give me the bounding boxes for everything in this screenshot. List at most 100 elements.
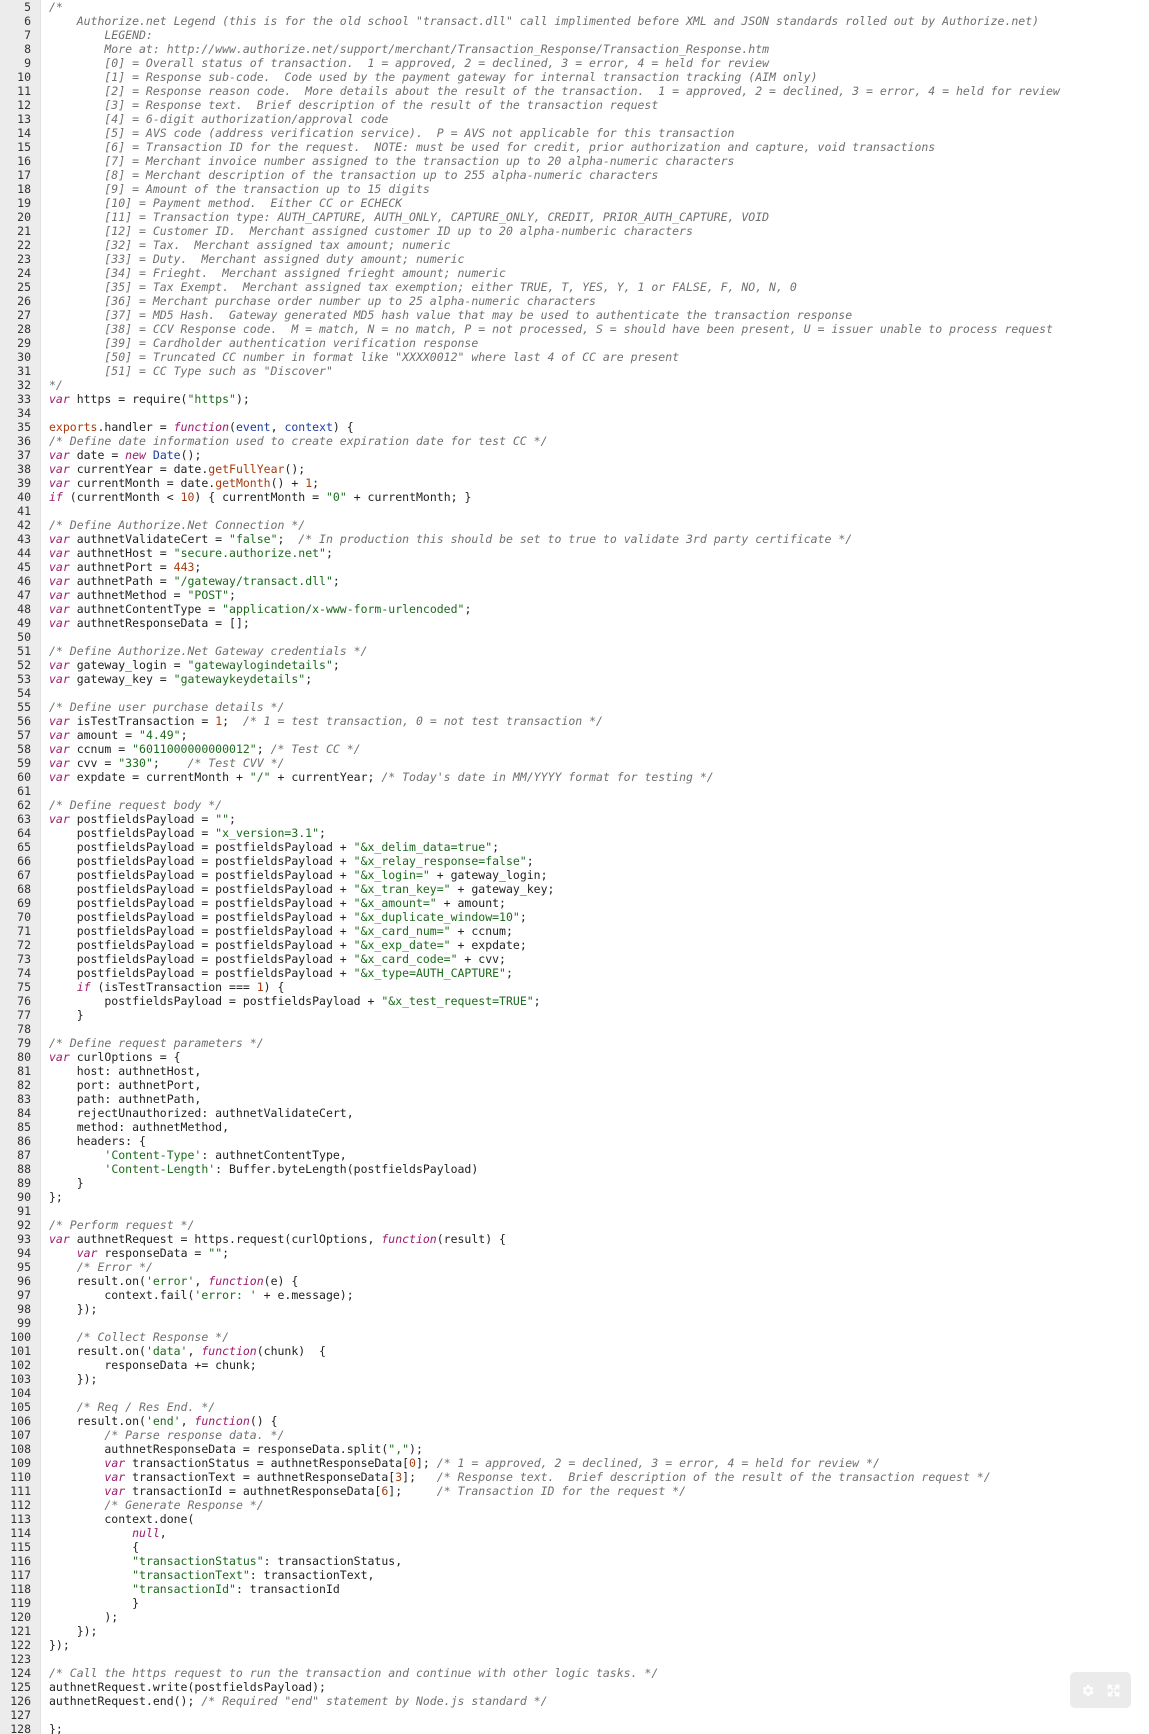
line-number: 82	[17, 1078, 31, 1092]
code-token: /* Define request parameters */	[49, 1036, 264, 1050]
code-token: ,	[270, 420, 285, 434]
code-token: var	[49, 728, 70, 742]
code-token: postfieldsPayload = postfieldsPayload +	[49, 994, 382, 1008]
code-line: 42 /* Define Authorize.Net Connection */	[0, 518, 1149, 532]
expand-icon[interactable]	[1105, 1681, 1123, 1699]
code-text: /* Define request body */	[49, 798, 222, 812]
code-token: curlOptions = {	[69, 1050, 181, 1064]
code-token: 'error: '	[194, 1288, 257, 1302]
code-text: [50] = Truncated CC number in format lik…	[49, 350, 679, 364]
code-token: gateway_login =	[69, 658, 188, 672]
code-token: /* 1 = approved, 2 = declined, 3 = error…	[436, 1456, 880, 1470]
code-text: postfieldsPayload = postfieldsPayload + …	[49, 910, 527, 924]
code-text: /* Define Authorize.Net Connection */	[49, 518, 305, 532]
code-token: authnetPort =	[69, 560, 174, 574]
code-line: 70 postfieldsPayload = postfieldsPayload…	[0, 910, 1149, 924]
code-line: 73 postfieldsPayload = postfieldsPayload…	[0, 952, 1149, 966]
code-token: authnetRequest = https.request(curlOptio…	[69, 1232, 382, 1246]
line-number: 95	[17, 1260, 31, 1274]
code-token: "application/x-www-form-urlencoded"	[222, 602, 465, 616]
code-token: [6] = Transaction ID for the request. NO…	[49, 140, 936, 154]
code-line: 53 var gateway_key = "gatewaykeydetails";	[0, 672, 1149, 686]
code-text: var currentYear = date.getFullYear();	[49, 462, 305, 476]
code-token: });	[49, 1624, 98, 1638]
code-token: method: authnetMethod,	[49, 1120, 230, 1134]
code-token: var	[49, 714, 70, 728]
code-token: };	[49, 1190, 63, 1204]
code-token: if	[76, 980, 91, 994]
code-line: 5 /*	[0, 0, 1149, 14]
line-number: 39	[17, 476, 31, 490]
code-token: (	[229, 420, 236, 434]
code-token: var	[49, 560, 70, 574]
code-token: */	[49, 378, 63, 392]
code-text: result.on('end', function() {	[49, 1414, 278, 1428]
code-token: headers: {	[49, 1134, 146, 1148]
code-line: 126 authnetRequest.end(); /* Required "en…	[0, 1694, 1149, 1708]
line-number: 109	[10, 1456, 31, 1470]
code-text: /* Generate Response */	[49, 1498, 263, 1512]
code-text: /* Define request parameters */	[49, 1036, 264, 1050]
code-text: var transactionStatus = authnetResponseD…	[49, 1456, 880, 1470]
code-token: 0	[409, 1456, 416, 1470]
code-line: 78	[0, 1022, 1149, 1036]
line-number: 65	[17, 840, 31, 854]
code-line: 94 var responseData = "";	[0, 1246, 1149, 1260]
code-line: 22 [32] = Tax. Merchant assigned tax amo…	[0, 238, 1149, 252]
code-token: "&x_card_num="	[353, 924, 451, 938]
line-number: 69	[17, 896, 31, 910]
code-token: ;	[277, 532, 299, 546]
line-number: 105	[10, 1400, 31, 1414]
code-text: 'Content-Type': authnetContentType,	[49, 1148, 346, 1162]
code-token: postfieldsPayload = postfieldsPayload +	[49, 938, 354, 952]
code-text: [39] = Cardholder authentication verific…	[49, 336, 478, 350]
code-token: postfieldsPayload = postfieldsPayload +	[49, 868, 354, 882]
code-line: 119 }	[0, 1596, 1149, 1610]
line-number: 22	[17, 238, 31, 252]
code-token: [4] = 6-digit authorization/approval cod…	[49, 112, 389, 126]
line-number: 13	[17, 112, 31, 126]
code-token: amount =	[69, 728, 140, 742]
code-token: /* In production this should be set to t…	[298, 532, 853, 546]
code-editor[interactable]: 5/* 6 Authorize.net Legend (this is for t…	[0, 0, 1149, 1734]
code-token: "&x_login="	[353, 868, 430, 882]
line-number: 52	[17, 658, 31, 672]
code-token: postfieldsPayload = postfieldsPayload +	[49, 952, 354, 966]
code-line: 25 [35] = Tax Exempt. Merchant assigned …	[0, 280, 1149, 294]
code-text: postfieldsPayload = postfieldsPayload + …	[49, 882, 555, 896]
code-token: (currentMonth <	[62, 490, 181, 504]
code-line: 6 Authorize.net Legend (this is for the …	[0, 14, 1149, 28]
code-token: "transactionText"	[132, 1568, 250, 1582]
gear-icon[interactable]	[1079, 1681, 1097, 1699]
code-token: /* Required "end" statement by Node.js s…	[201, 1694, 548, 1708]
code-text: [1] = Response sub-code. Code used by th…	[49, 70, 818, 84]
line-number: 84	[17, 1106, 31, 1120]
code-line: 106 result.on('end', function() {	[0, 1414, 1149, 1428]
line-number: 113	[10, 1512, 31, 1526]
line-number: 107	[10, 1428, 31, 1442]
code-line: 41	[0, 504, 1149, 518]
line-number: 6	[24, 14, 31, 28]
code-token: function	[381, 1232, 437, 1246]
code-token: var	[49, 742, 70, 756]
code-line: 118 "transactionId": transactionId	[0, 1582, 1149, 1596]
line-number: 19	[17, 196, 31, 210]
code-token: postfieldsPayload = postfieldsPayload +	[49, 910, 354, 924]
code-line: 88 'Content-Length': Buffer.byteLength(p…	[0, 1162, 1149, 1176]
code-token: [1] = Response sub-code. Code used by th…	[49, 70, 818, 84]
line-number: 17	[17, 168, 31, 182]
code-token: result.on(	[49, 1274, 146, 1288]
code-token: "POST"	[187, 588, 230, 602]
code-line: 35 exports.handler = function(event, cont…	[0, 420, 1149, 434]
code-token: "false"	[229, 532, 278, 546]
code-text: [38] = CCV Response code. M = match, N =…	[49, 322, 1053, 336]
code-token: 1	[256, 980, 264, 994]
code-token: Date	[152, 448, 181, 462]
code-line: 32 */	[0, 378, 1149, 392]
code-token: authnetValidateCert =	[69, 532, 230, 546]
line-number: 72	[17, 938, 31, 952]
